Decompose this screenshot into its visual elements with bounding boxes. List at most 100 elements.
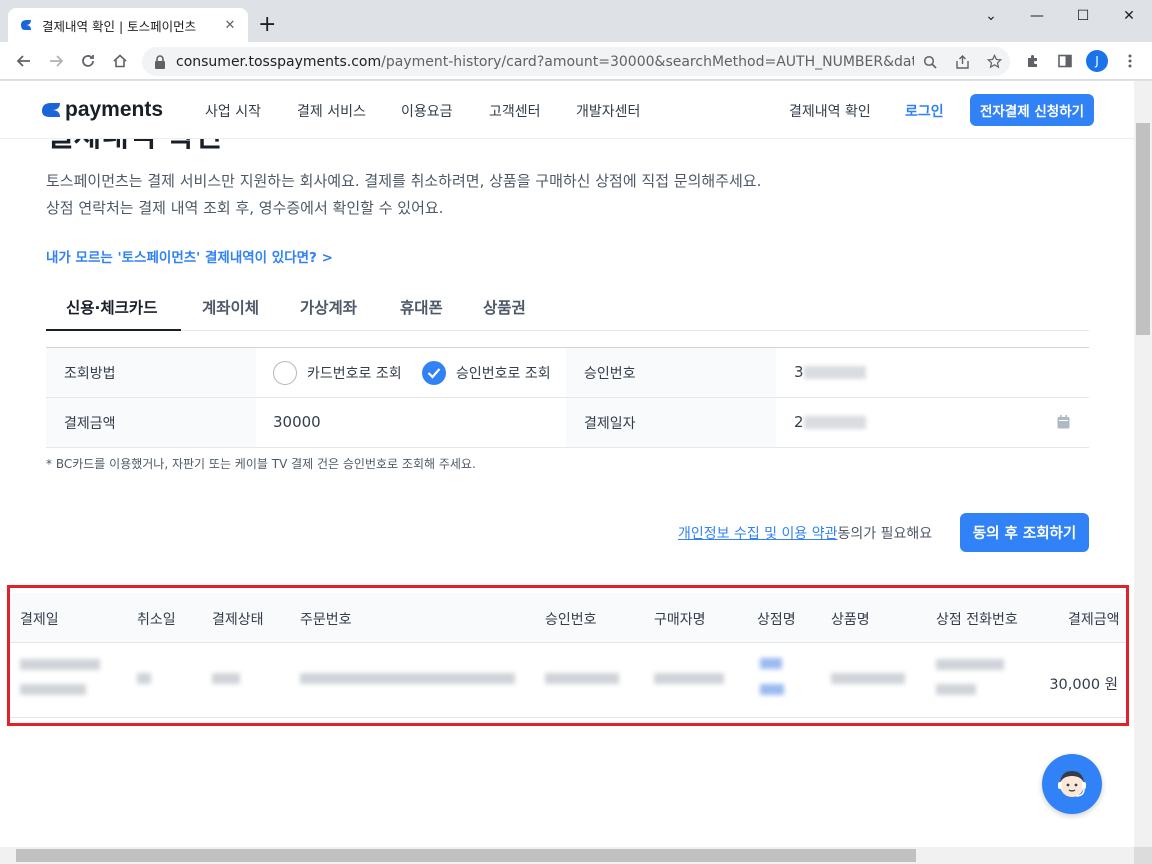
redacted-cell bbox=[137, 673, 151, 684]
nav-developer-center[interactable]: 개발자센터 bbox=[576, 101, 640, 121]
col-auth-number: 승인번호 bbox=[545, 612, 597, 628]
radio-card-number-label: 카드번호로 조회 bbox=[307, 366, 402, 382]
toss-logo-icon bbox=[42, 103, 60, 117]
nav-payment-history[interactable]: 결제내역 확인 bbox=[789, 101, 871, 121]
apply-payment-button[interactable]: 전자결제 신청하기 bbox=[970, 94, 1094, 126]
active-tab-indicator bbox=[46, 329, 181, 331]
support-agent-icon bbox=[1058, 771, 1086, 797]
radio-auth-number-label: 승인번호로 조회 bbox=[456, 366, 551, 382]
chat-support-button[interactable] bbox=[1042, 754, 1102, 814]
toss-payments-logo[interactable]: payments bbox=[40, 98, 163, 122]
bc-card-note: * BC카드를 이용했거나, 자판기 또는 케이블 TV 결제 건은 승인번호로… bbox=[46, 457, 476, 471]
lock-icon bbox=[155, 54, 165, 69]
table-row[interactable]: 30,000 원 bbox=[10, 644, 1126, 718]
profile-avatar[interactable]: J bbox=[1086, 50, 1108, 72]
unknown-payment-link[interactable]: 내가 모르는 '토스페이먼츠' 결제내역이 있다면? > bbox=[46, 246, 333, 266]
sidepanel-icon[interactable] bbox=[1053, 49, 1077, 73]
col-order-number: 주문번호 bbox=[300, 612, 352, 628]
calendar-icon[interactable] bbox=[1057, 415, 1070, 429]
amount-cell: 30,000 원 bbox=[1049, 677, 1118, 693]
close-window-icon[interactable]: ✕ bbox=[1106, 0, 1152, 32]
back-icon[interactable] bbox=[12, 49, 36, 73]
col-amount: 결제금액 bbox=[1068, 612, 1120, 628]
col-buyer-name: 구매자명 bbox=[654, 612, 706, 628]
zoom-icon[interactable] bbox=[914, 55, 946, 69]
login-link[interactable]: 로그인 bbox=[905, 101, 944, 121]
nav-customer-center[interactable]: 고객센터 bbox=[489, 101, 541, 121]
redacted-cell bbox=[936, 659, 1004, 670]
payment-method-tabs: 신용·체크카드 계좌이체 가상계좌 휴대폰 상품권 bbox=[46, 284, 1089, 331]
col-cancel-date: 취소일 bbox=[137, 612, 176, 628]
col-store-phone: 상점 전화번호 bbox=[936, 612, 1018, 628]
menu-icon[interactable] bbox=[1118, 49, 1142, 73]
consent-text: 개인정보 수집 및 이용 약관동의가 필요해요 bbox=[678, 526, 933, 542]
form-row-amount: 결제금액 30000 결제일자 2 bbox=[46, 398, 1089, 448]
toss-favicon-icon bbox=[21, 20, 31, 30]
radio-checked-icon bbox=[422, 361, 446, 385]
home-icon[interactable] bbox=[108, 49, 132, 73]
description-line-1: 토스페이먼츠는 결제 서비스만 지원하는 회사예요. 결제를 취소하려면, 상품… bbox=[46, 172, 762, 190]
tab-mobile[interactable]: 휴대폰 bbox=[400, 296, 443, 318]
maximize-icon[interactable]: ☐ bbox=[1060, 0, 1106, 32]
vertical-scroll-thumb[interactable] bbox=[1136, 123, 1150, 335]
col-payment-date: 결제일 bbox=[20, 612, 59, 628]
amount-field[interactable]: 30000 bbox=[273, 413, 321, 431]
method-label: 조회방법 bbox=[46, 348, 256, 397]
description-line-2: 상점 연락처는 결제 내역 조회 후, 영수증에서 확인할 수 있어요. bbox=[46, 199, 444, 217]
reload-icon[interactable] bbox=[76, 49, 100, 73]
privacy-terms-link[interactable]: 개인정보 수집 및 이용 약관 bbox=[678, 526, 837, 542]
horizontal-scroll-thumb[interactable] bbox=[16, 849, 916, 862]
tab-gift-card[interactable]: 상품권 bbox=[483, 296, 526, 318]
radio-card-number[interactable]: 카드번호로 조회 bbox=[273, 361, 402, 385]
extensions-icon[interactable] bbox=[1021, 49, 1045, 73]
redacted-store-link[interactable] bbox=[760, 684, 784, 695]
redacted-cell bbox=[300, 673, 515, 684]
date-label: 결제일자 bbox=[566, 398, 776, 447]
form-row-method: 조회방법 카드번호로 조회 승인번호로 조회 승인번호 3 bbox=[46, 348, 1089, 398]
col-product-name: 상품명 bbox=[831, 612, 870, 628]
redacted-cell bbox=[20, 684, 86, 695]
vertical-scrollbar[interactable] bbox=[1134, 81, 1152, 847]
auth-number-label: 승인번호 bbox=[566, 348, 776, 397]
auth-number-field[interactable]: 3 bbox=[794, 363, 866, 381]
result-table: 결제일 취소일 결제상태 주문번호 승인번호 구매자명 상점명 상품명 상점 전… bbox=[7, 585, 1129, 726]
date-field[interactable]: 2 bbox=[794, 413, 866, 431]
redacted-store-link[interactable] bbox=[760, 658, 782, 669]
tab-virtual-account[interactable]: 가상계좌 bbox=[300, 296, 357, 318]
redacted-cell bbox=[212, 673, 240, 684]
tab-account-transfer[interactable]: 계좌이체 bbox=[202, 296, 259, 318]
address-bar[interactable]: consumer.tosspayments.com/payment-histor… bbox=[142, 47, 1010, 76]
minimize-icon[interactable]: — bbox=[1014, 0, 1060, 32]
browser-tab[interactable]: 결제내역 확인 | 토스페이먼츠 ✕ bbox=[8, 8, 248, 42]
radio-auth-number[interactable]: 승인번호로 조회 bbox=[422, 361, 551, 385]
nav-pricing[interactable]: 이용요금 bbox=[401, 101, 453, 121]
tab-search-icon[interactable]: ⌄ bbox=[968, 0, 1014, 32]
page-content: 결제내역 확인 토스페이먼츠는 결제 서비스만 지원하는 회사예요. 결제를 취… bbox=[0, 81, 1134, 847]
tab-title: 결제내역 확인 | 토스페이먼츠 bbox=[42, 18, 197, 34]
share-icon[interactable] bbox=[946, 54, 978, 69]
redacted-cell bbox=[654, 673, 724, 684]
redacted-value bbox=[803, 366, 866, 379]
tab-close-icon[interactable]: ✕ bbox=[222, 18, 238, 33]
nav-business-start[interactable]: 사업 시작 bbox=[205, 101, 261, 121]
agree-and-search-button[interactable]: 동의 후 조회하기 bbox=[960, 513, 1089, 552]
redacted-value bbox=[803, 416, 866, 429]
forward-icon[interactable] bbox=[44, 49, 68, 73]
browser-toolbar: consumer.tosspayments.com/payment-histor… bbox=[0, 42, 1152, 80]
tab-card[interactable]: 신용·체크카드 bbox=[66, 296, 157, 318]
scrollbar-corner bbox=[1134, 847, 1152, 864]
url-text: consumer.tosspayments.com/payment-histor… bbox=[176, 53, 914, 70]
col-status: 결제상태 bbox=[212, 612, 264, 628]
star-icon[interactable] bbox=[978, 54, 1010, 69]
redacted-cell bbox=[20, 659, 100, 670]
search-form: 조회방법 카드번호로 조회 승인번호로 조회 승인번호 3 결제금액 30000… bbox=[46, 347, 1089, 448]
new-tab-icon[interactable]: + bbox=[258, 12, 276, 38]
horizontal-scrollbar[interactable] bbox=[0, 847, 1134, 864]
redacted-cell bbox=[936, 684, 976, 695]
redacted-cell bbox=[545, 673, 619, 684]
radio-unchecked-icon bbox=[273, 361, 297, 385]
amount-label: 결제금액 bbox=[46, 398, 256, 447]
site-header: payments 사업 시작 결제 서비스 이용요금 고객센터 개발자센터 결제… bbox=[0, 81, 1134, 139]
nav-payment-service[interactable]: 결제 서비스 bbox=[297, 101, 366, 121]
table-header: 결제일 취소일 결제상태 주문번호 승인번호 구매자명 상점명 상품명 상점 전… bbox=[10, 593, 1126, 643]
